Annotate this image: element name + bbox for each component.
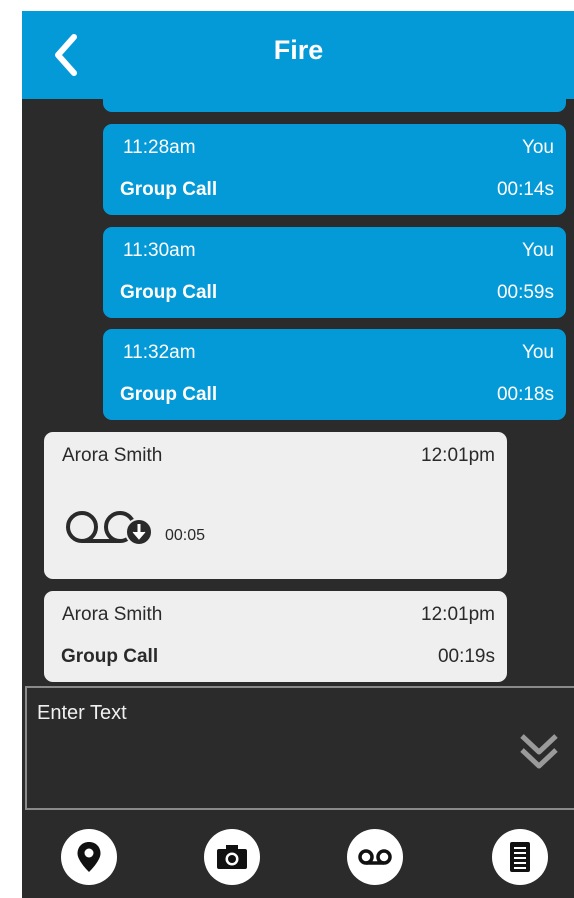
message-time: 11:28am	[123, 137, 196, 158]
attachment-toolbar	[22, 810, 574, 898]
camera-icon	[217, 845, 247, 869]
app-header: Fire	[22, 11, 574, 99]
message-sender: Arora Smith	[62, 445, 163, 466]
voicemail-play-button[interactable]	[62, 505, 160, 549]
download-icon	[125, 518, 153, 546]
camera-button[interactable]	[204, 829, 260, 885]
message-time: 11:30am	[123, 240, 196, 261]
call-duration: 00:18s	[496, 384, 554, 405]
message-bubble-outgoing[interactable]: 11:30am You Group Call 00:59s	[103, 227, 566, 318]
page-title: Fire	[273, 35, 324, 65]
document-icon	[510, 842, 530, 872]
message-time: 12:01pm	[421, 604, 495, 625]
app-window: 11:28am You Group Call 00:14s 11:30am Yo…	[22, 11, 574, 898]
voicemail-button[interactable]	[347, 829, 403, 885]
voicemail-icon	[66, 511, 136, 543]
message-composer[interactable]: Enter Text	[25, 686, 574, 810]
call-duration: 00:59s	[496, 282, 554, 303]
call-duration: 00:14s	[496, 179, 554, 200]
voicemail-icon	[358, 849, 392, 865]
call-type-label: Group Call	[120, 384, 218, 405]
voicemail-duration: 00:05	[165, 527, 206, 544]
message-bubble-outgoing[interactable]: 11:32am You Group Call 00:18s	[103, 329, 566, 420]
message-sender: You	[521, 240, 554, 261]
call-duration: 00:19s	[437, 646, 495, 667]
message-sender: Arora Smith	[62, 604, 163, 625]
message-sender: You	[521, 342, 554, 363]
call-type-label: Group Call	[120, 282, 218, 303]
document-button[interactable]	[492, 829, 548, 885]
call-type-label: Group Call	[120, 179, 218, 200]
message-time: 12:01pm	[421, 445, 495, 466]
message-bubble-incoming-voicemail[interactable]: Arora Smith 12:01pm 00:05	[44, 432, 507, 579]
location-pin-icon	[77, 842, 101, 872]
message-sender: You	[521, 137, 554, 158]
expand-composer-button[interactable]	[518, 730, 560, 772]
message-bubble-incoming[interactable]: Arora Smith 12:01pm Group Call 00:19s	[44, 591, 507, 682]
message-time: 11:32am	[123, 342, 196, 363]
location-button[interactable]	[61, 829, 117, 885]
double-chevron-down-icon	[520, 734, 558, 769]
call-type-label: Group Call	[61, 646, 159, 667]
message-input[interactable]: Enter Text	[37, 702, 127, 725]
message-bubble-outgoing[interactable]: 11:28am You Group Call 00:14s	[103, 124, 566, 215]
message-list[interactable]: 11:28am You Group Call 00:14s 11:30am Yo…	[22, 11, 574, 686]
